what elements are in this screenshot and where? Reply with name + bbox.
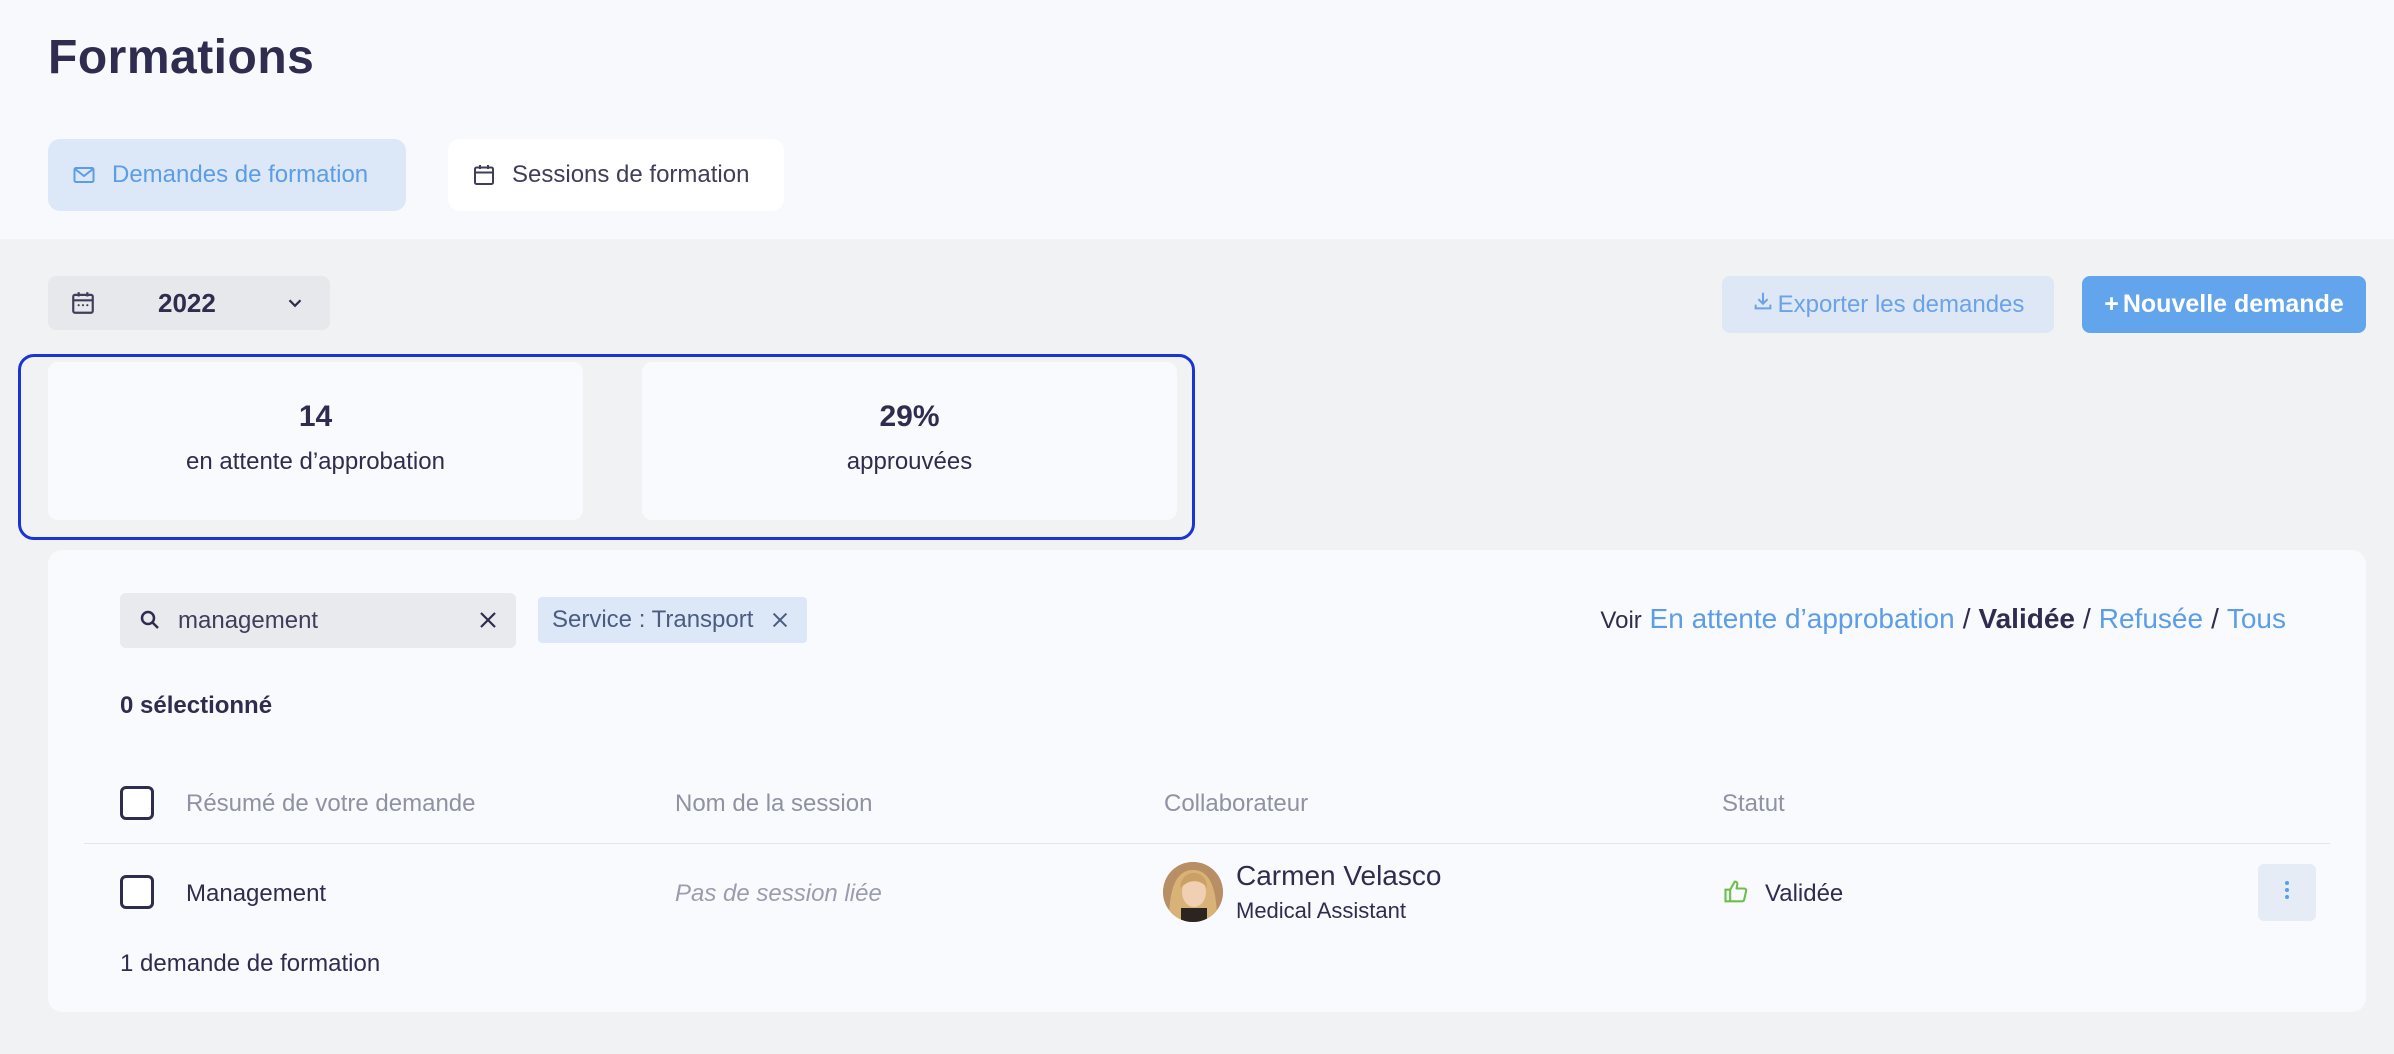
collaborator-name: Carmen Velasco: [1236, 860, 1442, 891]
stat-card-pending: 14 en attente d’approbation: [48, 362, 583, 520]
calendar-icon: [470, 161, 498, 189]
tab-demandes-de-formation[interactable]: Demandes de formation: [48, 139, 406, 211]
column-header-session: Nom de la session: [675, 790, 873, 817]
search-input[interactable]: management: [120, 593, 516, 648]
header-divider: [84, 843, 2330, 844]
remove-chip-icon[interactable]: [769, 609, 791, 631]
page-title: Formations: [48, 31, 315, 84]
filter-validated[interactable]: Validée: [1978, 603, 2075, 634]
stat-label: approuvées: [846, 448, 973, 475]
year-select[interactable]: 2022: [48, 276, 330, 330]
column-header-collaborator: Collaborateur: [1164, 790, 1309, 817]
new-request-label: Nouvelle demande: [2122, 290, 2344, 318]
filter-pending[interactable]: En attente d’approbation: [1650, 603, 1955, 634]
filter-all[interactable]: Tous: [2227, 603, 2286, 634]
export-label: Exporter les demandes: [1777, 290, 2025, 318]
tab-label: Sessions de formation: [512, 161, 750, 188]
new-request-button[interactable]: + Nouvelle demande: [2082, 276, 2366, 333]
stat-value: 29%: [879, 400, 940, 433]
results-count: 1 demande de formation: [120, 950, 381, 977]
tab-sessions-de-formation[interactable]: Sessions de formation: [448, 139, 784, 211]
filter-refused[interactable]: Refusée: [2099, 603, 2203, 634]
status-filter: Voir En attente d’approbation / Validée / Re…: [1600, 603, 2286, 634]
filter-prefix: Voir: [1600, 607, 1642, 634]
thumbs-up-icon: [1722, 878, 1750, 906]
download-icon: [1752, 290, 1774, 319]
stat-value: 14: [298, 400, 333, 433]
chevron-down-icon: [284, 292, 306, 314]
export-requests-button[interactable]: Exporter les demandes: [1722, 276, 2054, 333]
row-checkbox[interactable]: [120, 875, 154, 909]
year-value: 2022: [158, 288, 216, 318]
plus-icon: +: [2104, 290, 2119, 318]
filter-chip-service: Service : Transport: [538, 597, 807, 643]
more-vertical-icon: [2283, 878, 2291, 907]
stat-card-approved: 29% approuvées: [642, 362, 1177, 520]
column-header-summary: Résumé de votre demande: [186, 790, 476, 817]
select-all-checkbox[interactable]: [120, 786, 154, 820]
column-header-status: Statut: [1722, 790, 1785, 817]
tab-label: Demandes de formation: [112, 161, 369, 188]
row-session: Pas de session liée: [675, 880, 882, 907]
row-summary: Management: [186, 880, 327, 907]
row-actions-button[interactable]: [2258, 864, 2316, 921]
stat-label: en attente d’approbation: [186, 448, 445, 475]
chip-label: Service : Transport: [552, 606, 754, 633]
row-status: Validée: [1765, 880, 1844, 907]
mail-icon: [70, 161, 98, 189]
avatar: [1163, 862, 1223, 922]
search-icon: [138, 608, 162, 632]
calendar-icon: [70, 290, 96, 316]
search-value: management: [178, 607, 319, 634]
collaborator-role: Medical Assistant: [1236, 898, 1406, 923]
clear-search-icon[interactable]: [476, 608, 500, 632]
selection-count: 0 sélectionné: [120, 692, 273, 719]
